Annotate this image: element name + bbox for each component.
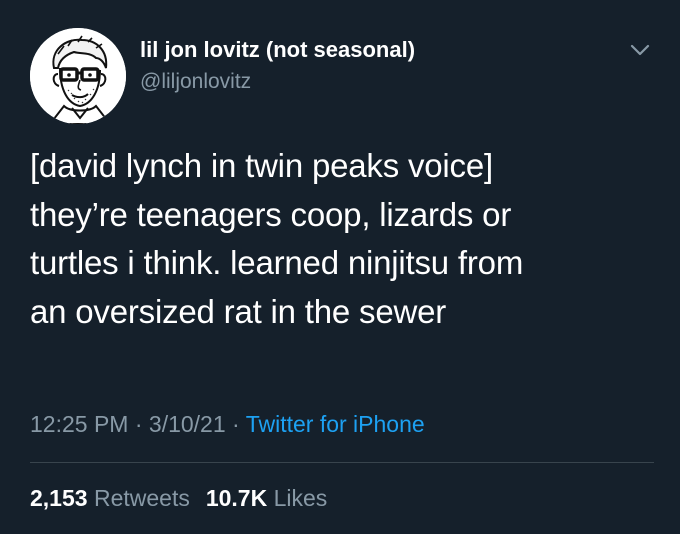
meta-separator: · [134, 411, 143, 437]
likes-stat[interactable]: 10.7K Likes [206, 485, 327, 511]
tweet-stats: 2,153 Retweets 10.7K Likes [30, 482, 327, 514]
retweets-label: Retweets [93, 485, 190, 511]
tweet-source-link[interactable]: Twitter for iPhone [246, 411, 425, 437]
tweet-card: lil jon lovitz (not seasonal) @liljonlov… [0, 0, 680, 534]
tweet-text-line: an oversized rat in the sewer [30, 292, 447, 330]
retweets-count: 2,153 [30, 485, 88, 511]
tweet-text-line: they’re teenagers coop, lizards or [30, 195, 512, 233]
likes-label: Likes [273, 485, 328, 511]
tweet-menu-button[interactable] [628, 38, 652, 62]
cartoon-portrait-avatar-icon [30, 28, 126, 124]
user-handle[interactable]: @liljonlovitz [140, 68, 415, 96]
meta-separator: · [232, 411, 240, 437]
divider [30, 462, 654, 463]
author-block[interactable]: lil jon lovitz (not seasonal) @liljonlov… [140, 36, 415, 96]
display-name[interactable]: lil jon lovitz (not seasonal) [140, 36, 415, 64]
tweet-metadata: 12:25 PM · 3/10/21 · Twitter for iPhone [30, 408, 425, 440]
chevron-down-icon [630, 44, 650, 56]
avatar[interactable] [30, 28, 126, 124]
tweet-date[interactable]: 3/10/21 [149, 411, 226, 437]
tweet-time[interactable]: 12:25 PM [30, 411, 128, 437]
tweet-text-line: [david lynch in twin peaks voice] [30, 147, 493, 184]
tweet-text-line: turtles i think. learned ninjitsu from [30, 244, 524, 281]
likes-count: 10.7K [205, 485, 268, 511]
retweets-stat[interactable]: 2,153 Retweets [30, 485, 190, 511]
tweet-text: [david lynch in twin peaks voice] they’r… [30, 142, 660, 336]
